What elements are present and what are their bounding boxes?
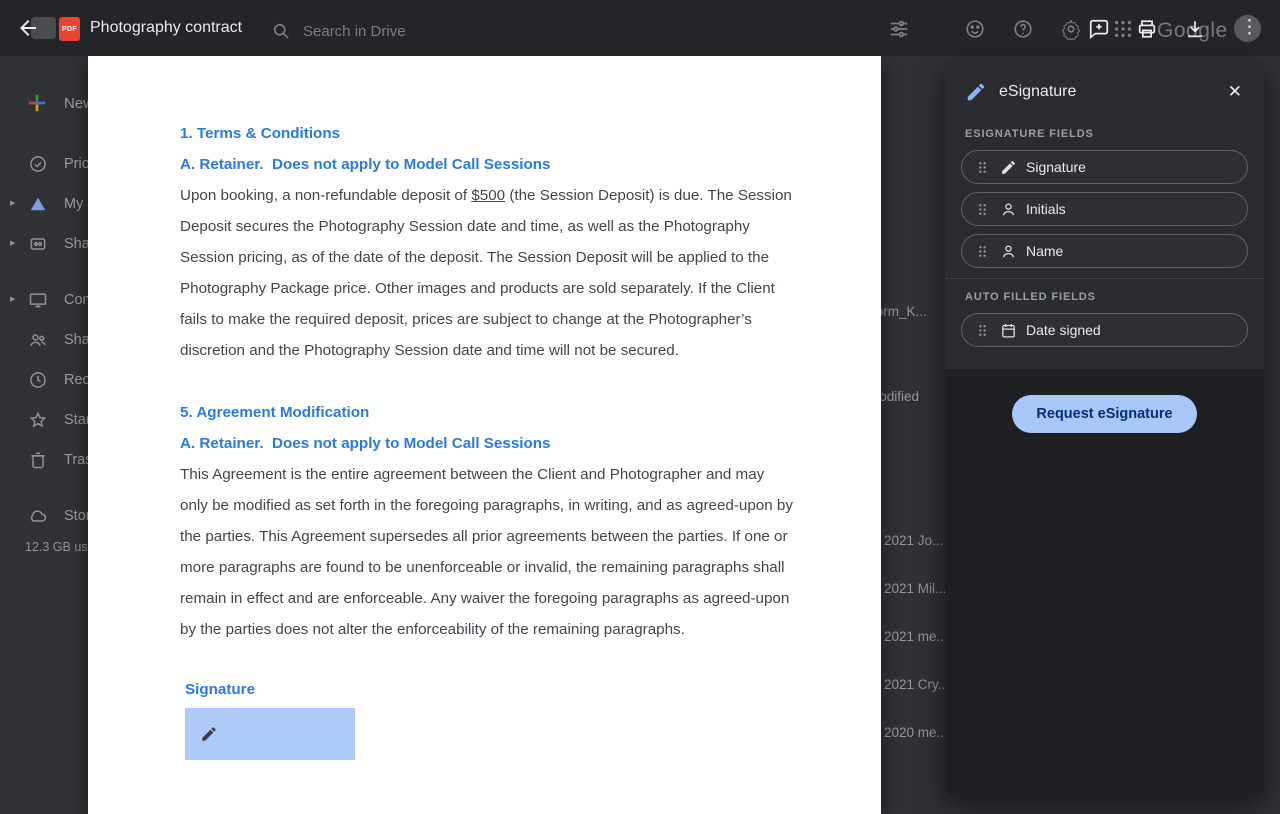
paragraph-text: (the Session Deposit) is due. The Sessio… — [180, 187, 792, 359]
pen-icon — [1000, 159, 1017, 176]
section-subheading: A. Retainer. Does not apply to Model Cal… — [180, 149, 796, 180]
signature-field-placeholder[interactable] — [185, 708, 355, 760]
file-row: 2021 Mil... — [884, 581, 946, 596]
add-comment-button[interactable] — [1088, 18, 1110, 40]
file-row: 2020 me... — [884, 725, 948, 740]
back-arrow-icon — [16, 16, 40, 40]
file-row: 2021 me... — [884, 629, 948, 644]
esignature-fields-section-label: ESIGNATURE FIELDS — [965, 128, 1244, 140]
drag-handle-icon — [974, 243, 991, 260]
check-circle-icon — [28, 154, 48, 174]
field-chip-label: Initials — [1026, 201, 1066, 217]
paragraph-agreement: This Agreement is the entire agreement b… — [180, 459, 794, 645]
star-icon — [28, 410, 48, 430]
esignature-panel: eSignature ✕ ESIGNATURE FIELDS Signature… — [945, 60, 1264, 796]
section-heading: 1. Terms & Conditions — [180, 118, 796, 149]
print-button[interactable] — [1136, 18, 1158, 40]
pen-icon — [200, 725, 218, 743]
field-chip-name[interactable]: Name — [961, 234, 1248, 268]
apps-grid-icon — [1112, 18, 1134, 40]
field-chip-label: Name — [1026, 243, 1063, 259]
people-icon — [28, 330, 48, 350]
chevron-right-icon: ▸ — [10, 292, 22, 305]
paragraph-retainer: Upon booking, a non-refundable deposit o… — [180, 180, 794, 366]
chevron-right-icon: ▸ — [10, 196, 22, 209]
esignature-pen-icon — [965, 81, 987, 103]
search-input: Search in Drive — [303, 23, 406, 40]
file-row: 2021 Cry... — [884, 677, 949, 692]
preview-topbar: PDF Photography contract Search in Drive… — [0, 0, 1280, 56]
signature-field-label: Signature — [185, 681, 796, 698]
help-icon — [1012, 18, 1034, 40]
field-chip-label: Signature — [1026, 159, 1086, 175]
new-button: New — [26, 92, 94, 114]
multicolor-plus-icon — [26, 92, 48, 114]
search-icon — [271, 21, 291, 41]
section-subheading: A. Retainer. Does not apply to Model Cal… — [180, 428, 796, 459]
autofill-fields-section-label: AUTO FILLED FIELDS — [965, 291, 1244, 303]
drag-handle-icon — [974, 322, 991, 339]
close-icon[interactable]: ✕ — [1224, 80, 1246, 104]
shared-drives-icon — [28, 234, 48, 254]
drive-icon — [28, 194, 48, 214]
filter-tune-icon — [888, 18, 910, 40]
calendar-icon — [1000, 322, 1017, 339]
cloud-icon — [28, 506, 48, 526]
panel-divider — [945, 278, 1264, 279]
pdf-file-icon: PDF — [59, 17, 80, 41]
file-row: 2021 Jo... — [884, 533, 943, 548]
document-page: 1. Terms & Conditions A. Retainer. Does … — [88, 56, 881, 814]
computer-icon — [28, 290, 48, 310]
section-heading: 5. Agreement Modification — [180, 397, 796, 428]
person-icon — [1000, 201, 1017, 218]
drag-handle-icon — [974, 159, 991, 176]
clock-icon — [28, 370, 48, 390]
more-options-button[interactable]: ⋮ — [1240, 16, 1258, 40]
paragraph-text: Upon booking, a non-refundable deposit o… — [180, 187, 471, 204]
request-esignature-button[interactable]: Request eSignature — [1012, 395, 1196, 433]
person-icon — [1000, 243, 1017, 260]
field-chip-signature[interactable]: Signature — [961, 150, 1248, 184]
field-chip-label: Date signed — [1026, 322, 1101, 338]
download-button[interactable] — [1184, 18, 1206, 40]
support-smiley-icon — [964, 18, 986, 40]
trash-icon — [28, 450, 48, 470]
document-title: Photography contract — [90, 19, 242, 37]
panel-title: eSignature — [999, 83, 1212, 101]
back-button[interactable] — [16, 16, 40, 40]
drag-handle-icon — [974, 201, 991, 218]
settings-gear-icon — [1060, 18, 1082, 40]
deposit-amount: $500 — [471, 187, 505, 204]
field-chip-date-signed[interactable]: Date signed — [961, 313, 1248, 347]
chevron-right-icon: ▸ — [10, 236, 22, 249]
field-chip-initials[interactable]: Initials — [961, 192, 1248, 226]
